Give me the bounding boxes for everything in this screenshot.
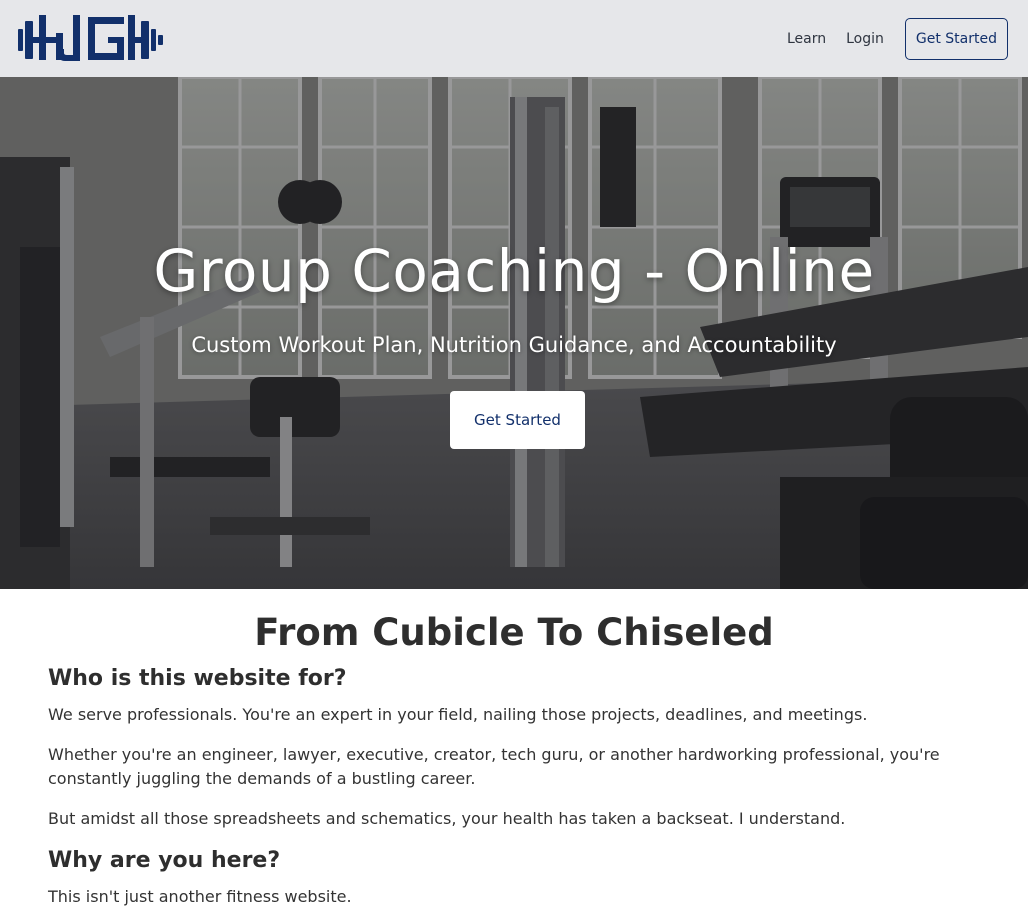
nav-link-login[interactable]: Login bbox=[846, 31, 884, 47]
hero-content: Group Coaching - Online Custom Workout P… bbox=[0, 77, 1028, 589]
nav-links: Learn Login Get Started bbox=[787, 17, 1008, 60]
navbar: Learn Login Get Started bbox=[0, 0, 1028, 77]
section-title: From Cubicle To Chiseled bbox=[254, 611, 774, 654]
hero-title: Group Coaching - Online bbox=[153, 237, 875, 305]
hero-section: Group Coaching - Online Custom Workout P… bbox=[0, 77, 1028, 589]
paragraph-4: This isn't just another fitness website. bbox=[48, 887, 352, 906]
paragraph-1: We serve professionals. You're an expert… bbox=[48, 705, 868, 724]
logo-link[interactable] bbox=[18, 14, 168, 63]
main-content: From Cubicle To Chiseled Who is this web… bbox=[0, 589, 1028, 914]
nav-get-started-button[interactable]: Get Started bbox=[904, 17, 1008, 60]
nav-link-learn[interactable]: Learn bbox=[787, 31, 826, 47]
hero-get-started-button[interactable]: Get Started bbox=[450, 391, 585, 449]
heading-who: Who is this website for? bbox=[48, 666, 347, 691]
heading-why: Why are you here? bbox=[48, 848, 281, 873]
paragraph-3: But amidst all those spreadsheets and sc… bbox=[48, 809, 846, 828]
brand-logo bbox=[18, 14, 163, 61]
paragraph-2: Whether you're an engineer, lawyer, exec… bbox=[48, 745, 940, 788]
hero-subtitle: Custom Workout Plan, Nutrition Guidance,… bbox=[191, 333, 837, 357]
